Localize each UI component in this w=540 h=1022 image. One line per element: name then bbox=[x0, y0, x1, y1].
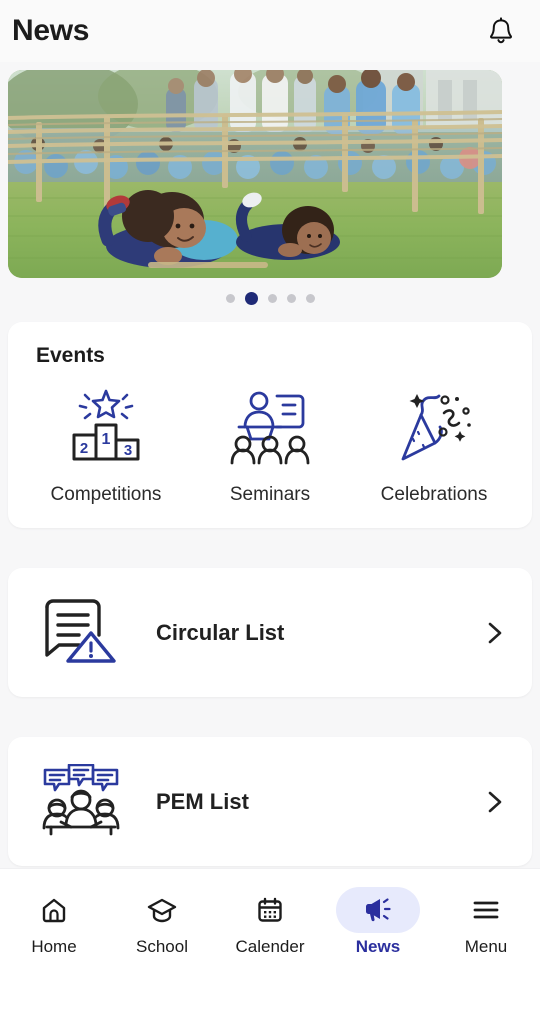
event-label-celebrations: Celebrations bbox=[380, 484, 488, 505]
event-label-competitions: Competitions bbox=[50, 484, 162, 505]
nav-item-menu[interactable]: Menu bbox=[432, 887, 540, 957]
nav-item-calender[interactable]: Calender bbox=[216, 887, 324, 957]
circular-alert-document-icon bbox=[38, 590, 124, 676]
app-header: News bbox=[0, 0, 540, 62]
carousel-dot-1[interactable] bbox=[225, 293, 235, 303]
meeting-people-chat-icon bbox=[38, 759, 124, 845]
carousel-slide-image[interactable] bbox=[8, 70, 502, 278]
news-carousel[interactable] bbox=[0, 70, 540, 316]
nav-pill-home bbox=[12, 887, 96, 933]
bottom-navigation-bar: Home School Calender News Menu bbox=[0, 868, 540, 1022]
chevron-right-icon[interactable] bbox=[482, 620, 508, 646]
carousel-dot-3[interactable] bbox=[267, 293, 277, 303]
nav-pill-news bbox=[336, 887, 420, 933]
calendar-icon bbox=[258, 897, 282, 922]
events-card: Events 1 2 3 Competitions Seminars Celeb… bbox=[8, 322, 532, 528]
app-screen: News Events 1 2 3 Competitions Seminars … bbox=[0, 0, 540, 1022]
nav-pill-menu bbox=[444, 887, 528, 933]
graduation-cap-icon bbox=[147, 898, 177, 923]
carousel-dots[interactable] bbox=[8, 280, 532, 316]
page-title: News bbox=[12, 14, 90, 47]
nav-label-menu: Menu bbox=[464, 937, 508, 956]
svg-text:3: 3 bbox=[124, 442, 132, 459]
event-item-seminars[interactable]: Seminars bbox=[188, 384, 352, 506]
nav-item-home[interactable]: Home bbox=[0, 887, 108, 957]
carousel-dot-4[interactable] bbox=[286, 293, 296, 303]
carousel-dot-2[interactable] bbox=[244, 291, 258, 305]
events-title: Events bbox=[36, 344, 105, 367]
podium-star-icon: 1 2 3 bbox=[63, 384, 149, 470]
megaphone-icon bbox=[366, 898, 391, 922]
nav-item-school[interactable]: School bbox=[108, 887, 216, 957]
list-label-pem-list: PEM List bbox=[156, 788, 249, 814]
nav-pill-calender bbox=[228, 887, 312, 933]
nav-label-calender: Calender bbox=[235, 937, 305, 956]
seminar-presenter-icon bbox=[225, 384, 315, 470]
nav-pill-school bbox=[120, 887, 204, 933]
list-item-pem-list[interactable]: PEM List bbox=[8, 737, 532, 866]
event-label-seminars: Seminars bbox=[229, 484, 311, 505]
carousel-dot-5[interactable] bbox=[305, 293, 315, 303]
list-item-circular-list[interactable]: Circular List bbox=[8, 568, 532, 697]
event-item-celebrations[interactable]: Celebrations bbox=[352, 384, 516, 506]
hamburger-menu-icon bbox=[473, 901, 499, 919]
chevron-right-icon[interactable] bbox=[482, 789, 508, 815]
scroll-content: Events 1 2 3 Competitions Seminars Celeb… bbox=[0, 62, 540, 868]
list-label-circular-list: Circular List bbox=[156, 619, 285, 645]
nav-label-home: Home bbox=[31, 937, 77, 956]
svg-text:2: 2 bbox=[80, 440, 88, 457]
nav-item-news[interactable]: News bbox=[324, 887, 432, 957]
hero-photo bbox=[8, 70, 502, 278]
nav-label-news: News bbox=[355, 937, 401, 956]
notification-bell-button[interactable] bbox=[484, 14, 518, 48]
home-icon bbox=[42, 898, 66, 923]
bell-icon bbox=[490, 17, 512, 44]
party-popper-icon bbox=[391, 384, 477, 470]
events-grid: 1 2 3 Competitions Seminars Celebrations bbox=[24, 384, 516, 506]
svg-text:1: 1 bbox=[102, 431, 111, 448]
event-item-competitions[interactable]: 1 2 3 Competitions bbox=[24, 384, 188, 506]
nav-label-school: School bbox=[136, 937, 188, 956]
